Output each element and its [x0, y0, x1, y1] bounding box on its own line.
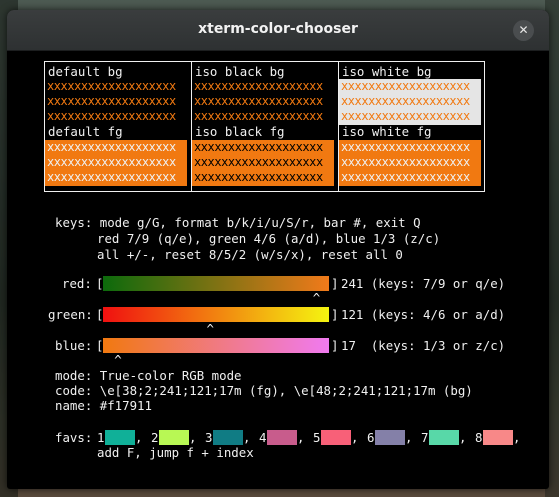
sample-text: xxxxxxxxxxxxxxxxxxx [194, 155, 323, 169]
sample-text: xxxxxxxxxxxxxxxxxxx [194, 94, 323, 108]
favs-footer: add F, jump f + index [97, 445, 254, 460]
sample-text: xxxxxxxxxxxxxxxxxxx [47, 94, 176, 108]
cell-label: iso white bg [342, 64, 432, 79]
blue-slider-label: blue: [55, 338, 93, 353]
bracket-close: ] [331, 338, 339, 353]
red-value: 241 (keys: 7/9 or q/e) [341, 276, 506, 291]
cell-label: iso white fg [342, 124, 432, 139]
sample-block: xxxxxxxxxxxxxxxxxxx xxxxxxxxxxxxxxxxxxx … [45, 79, 187, 125]
terminal-window: xterm-color-chooser ✕ default bg xxxxxxx… [7, 10, 549, 489]
preview-cell-iso-white: iso white bg xxxxxxxxxxxxxxxxxxx xxxxxxx… [339, 62, 485, 191]
sample-text: xxxxxxxxxxxxxxxxxxx [194, 140, 323, 154]
keys-help-line: all +/-, reset 8/5/2 (w/s/x), reset all … [97, 247, 403, 262]
green-slider-caret: ^ [206, 321, 214, 336]
fav-separator: , [189, 430, 197, 445]
sample-block: xxxxxxxxxxxxxxxxxxx xxxxxxxxxxxxxxxxxxx … [339, 140, 481, 186]
red-slider-label: red: [62, 276, 92, 291]
sample-block: xxxxxxxxxxxxxxxxxxx xxxxxxxxxxxxxxxxxxx … [45, 140, 187, 186]
sample-text: xxxxxxxxxxxxxxxxxxx [341, 155, 470, 169]
sample-block: xxxxxxxxxxxxxxxxxxx xxxxxxxxxxxxxxxxxxx … [192, 79, 334, 125]
color-preview-grid: default bg xxxxxxxxxxxxxxxxxxx xxxxxxxxx… [44, 61, 485, 192]
fav-separator: , [351, 430, 359, 445]
mode-info: mode: True-color RGB mode [55, 368, 242, 383]
red-slider-bar[interactable] [103, 276, 329, 291]
name-info: name: #f17911 [55, 398, 152, 413]
bracket-close: ] [331, 276, 339, 291]
fav-separator: , [297, 430, 305, 445]
red-slider-caret: ^ [312, 290, 321, 305]
sample-text: xxxxxxxxxxxxxxxxxxx [47, 79, 176, 93]
fav-index: 5 [313, 430, 321, 445]
fav-index: 6 [367, 430, 375, 445]
green-slider-label: green: [48, 307, 93, 322]
fav-separator: , [513, 430, 521, 445]
fav-swatch[interactable] [105, 430, 135, 445]
sample-text: xxxxxxxxxxxxxxxxxxx [47, 109, 176, 123]
sample-text: xxxxxxxxxxxxxxxxxxx [341, 140, 470, 154]
fav-separator: , [243, 430, 251, 445]
fav-index: 2 [151, 430, 159, 445]
fav-index: 4 [259, 430, 267, 445]
fav-swatch[interactable] [267, 430, 297, 445]
favs-label: favs: [55, 430, 93, 445]
blue-slider-bar[interactable] [103, 338, 329, 353]
fav-index: 3 [205, 430, 213, 445]
sample-text: xxxxxxxxxxxxxxxxxxx [341, 170, 470, 184]
fav-separator: , [459, 430, 467, 445]
fav-separator: , [135, 430, 143, 445]
fav-swatch[interactable] [375, 430, 405, 445]
fav-index: 1 [97, 430, 105, 445]
cell-label: iso black fg [195, 124, 285, 139]
sample-text: xxxxxxxxxxxxxxxxxxx [341, 94, 470, 108]
code-info: code: \e[38;2;241;121;17m (fg), \e[48;2;… [55, 383, 473, 398]
keys-help-line: keys: mode g/G, format b/k/i/u/S/r, bar … [55, 215, 421, 230]
sample-text: xxxxxxxxxxxxxxxxxxx [194, 109, 323, 123]
close-icon[interactable]: ✕ [513, 20, 534, 41]
green-value: 121 (keys: 4/6 or a/d) [341, 307, 506, 322]
cell-label: default fg [48, 124, 123, 139]
blue-value: 17 (keys: 1/3 or z/c) [341, 338, 506, 353]
fav-swatch[interactable] [429, 430, 459, 445]
cell-label: iso black bg [195, 64, 285, 79]
sample-text: xxxxxxxxxxxxxxxxxxx [47, 140, 176, 154]
blue-slider-caret: ^ [114, 352, 122, 367]
fav-index: 7 [421, 430, 429, 445]
cell-label: default bg [48, 64, 123, 79]
sample-text: xxxxxxxxxxxxxxxxxxx [341, 79, 470, 93]
fav-swatch[interactable] [321, 430, 351, 445]
fav-swatch[interactable] [483, 430, 513, 445]
title-bar[interactable]: xterm-color-chooser ✕ [7, 10, 549, 51]
keys-help-line: red 7/9 (q/e), green 4/6 (a/d), blue 1/3… [97, 231, 441, 246]
terminal-content: default bg xxxxxxxxxxxxxxxxxxx xxxxxxxxx… [7, 51, 549, 489]
sample-block: xxxxxxxxxxxxxxxxxxx xxxxxxxxxxxxxxxxxxx … [339, 79, 481, 125]
preview-cell-iso-black: iso black bg xxxxxxxxxxxxxxxxxxx xxxxxxx… [192, 62, 338, 191]
favorites-list: 1, 2, 3, 4, 5, 6, 7, 8, [97, 430, 521, 445]
preview-cell-default: default bg xxxxxxxxxxxxxxxxxxx xxxxxxxxx… [45, 62, 191, 191]
sample-block: xxxxxxxxxxxxxxxxxxx xxxxxxxxxxxxxxxxxxx … [192, 140, 334, 186]
sample-text: xxxxxxxxxxxxxxxxxxx [341, 109, 470, 123]
sample-text: xxxxxxxxxxxxxxxxxxx [47, 170, 176, 184]
sample-text: xxxxxxxxxxxxxxxxxxx [194, 79, 323, 93]
sample-text: xxxxxxxxxxxxxxxxxxx [47, 155, 176, 169]
fav-index: 8 [475, 430, 483, 445]
bracket-close: ] [331, 307, 339, 322]
green-slider-bar[interactable] [103, 307, 329, 322]
fav-swatch[interactable] [213, 430, 243, 445]
sample-text: xxxxxxxxxxxxxxxxxxx [194, 170, 323, 184]
window-title: xterm-color-chooser [198, 21, 358, 37]
fav-separator: , [405, 430, 413, 445]
fav-swatch[interactable] [159, 430, 189, 445]
